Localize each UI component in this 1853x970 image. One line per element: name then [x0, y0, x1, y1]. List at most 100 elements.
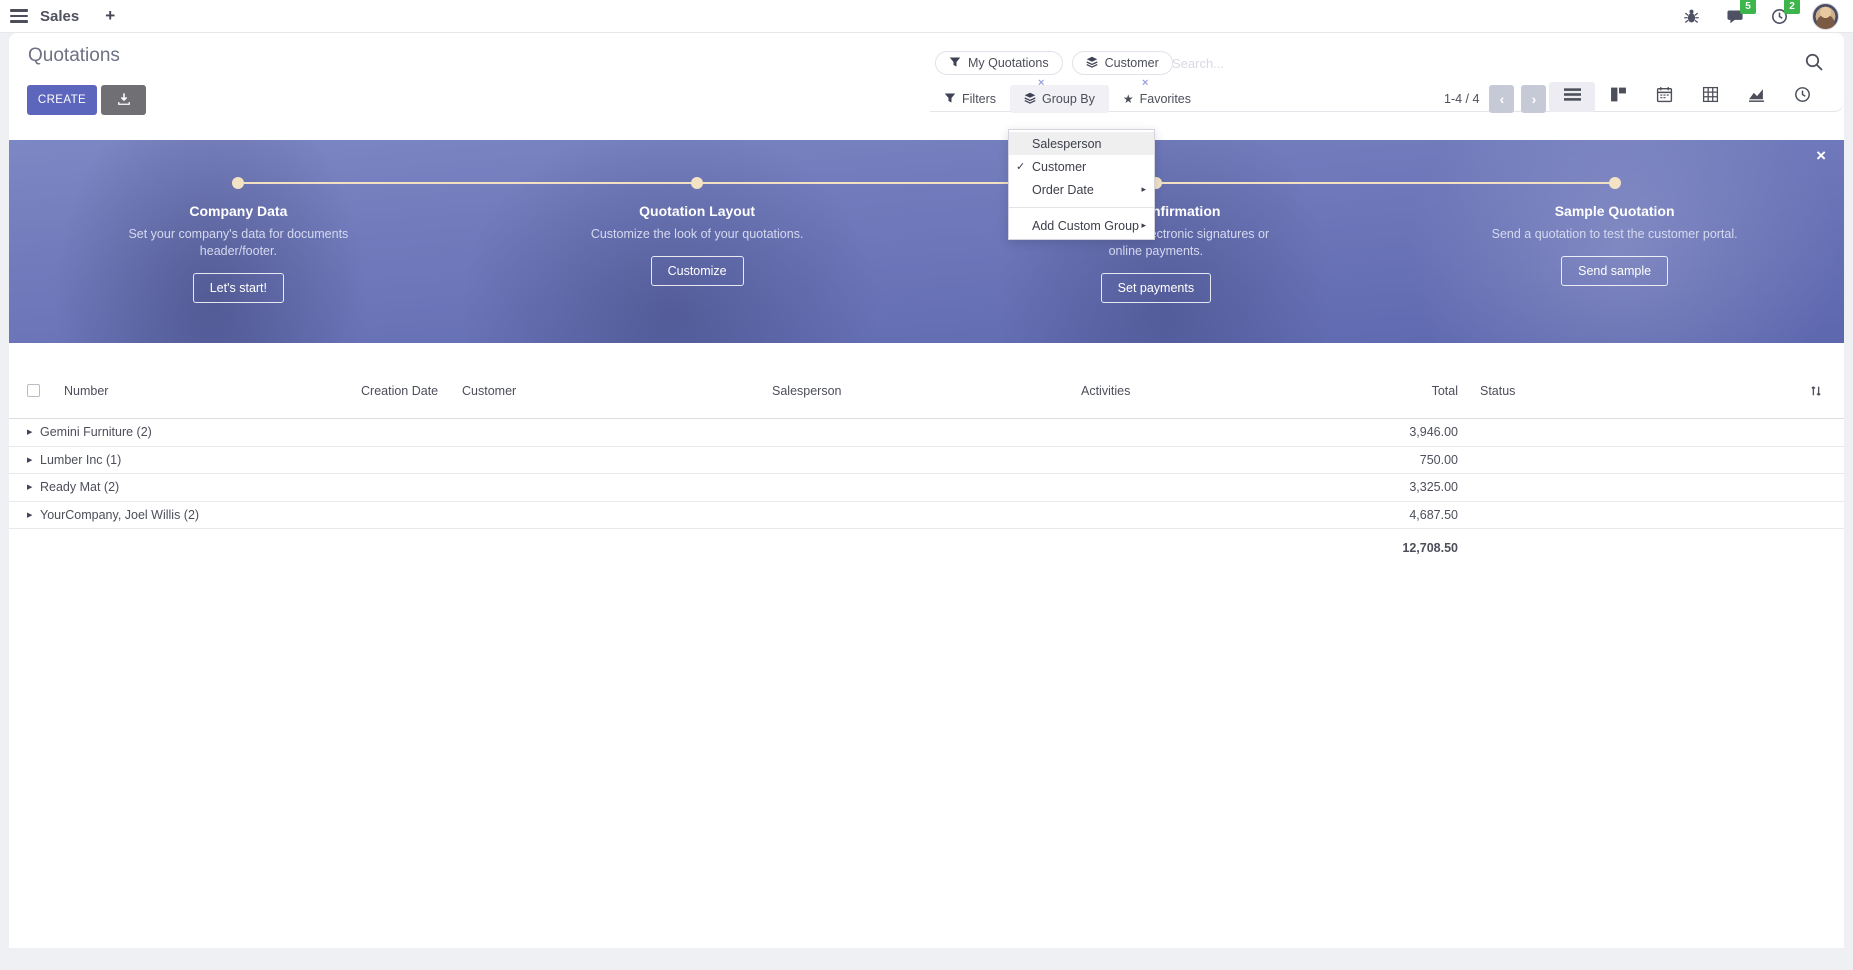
main-panel: Quotations CREATE My Quotations Customer… [9, 33, 1844, 948]
pivot-icon [1702, 86, 1719, 108]
group-by-dropdown-menu: Salesperson ✓ Customer Order Date ▸ Add … [1008, 129, 1155, 240]
group-name: Lumber Inc (1) [40, 453, 121, 467]
onboarding-step-order-confirmation: Order Confirmation Choose between electr… [927, 140, 1386, 343]
graph-icon [1748, 86, 1765, 108]
search-icon[interactable] [1804, 52, 1824, 72]
menu-separator [1009, 207, 1154, 208]
expand-caret-icon[interactable]: ▶ [27, 483, 40, 491]
list-view-button[interactable] [1549, 82, 1595, 112]
pivot-view-button[interactable] [1687, 82, 1733, 112]
filters-button[interactable]: Filters [930, 85, 1010, 113]
timeline-dot [1609, 177, 1621, 189]
facet-customer[interactable]: Customer [1072, 51, 1173, 75]
column-header-total[interactable]: Total [1368, 384, 1458, 398]
graph-view-button[interactable] [1733, 82, 1779, 112]
step-description: Send a quotation to test the customer po… [1490, 226, 1740, 243]
step-title: Sample Quotation [1555, 203, 1675, 219]
favorites-button[interactable]: ★ Favorites [1109, 85, 1205, 113]
kanban-view-button[interactable] [1595, 82, 1641, 112]
group-name: Ready Mat (2) [40, 480, 119, 494]
messages-count-badge: 5 [1740, 0, 1756, 14]
facet-label: Customer [1105, 56, 1159, 70]
lets-start-button[interactable]: Let's start! [193, 273, 284, 303]
close-icon[interactable]: × [1816, 146, 1826, 166]
step-title: Company Data [189, 203, 287, 219]
onboarding-step-sample-quotation: Sample Quotation Send a quotation to tes… [1385, 140, 1844, 343]
group-name: YourCompany, Joel Willis (2) [40, 508, 199, 522]
column-header-activities[interactable]: Activities [1081, 384, 1368, 398]
filter-funnel-icon [949, 56, 961, 71]
onboarding-banner: Company Data Set your company's data for… [9, 140, 1844, 343]
timeline-dot [232, 177, 244, 189]
group-name: Gemini Furniture (2) [40, 425, 152, 439]
export-button[interactable] [101, 85, 146, 115]
search-input[interactable] [1172, 50, 1712, 76]
column-header-customer[interactable]: Customer [462, 384, 772, 398]
submenu-arrow-icon: ▸ [1141, 184, 1146, 195]
messages-icon[interactable]: 5 [1724, 5, 1746, 27]
calendar-view-button[interactable] [1641, 82, 1687, 112]
download-icon [117, 92, 131, 109]
expand-caret-icon[interactable]: ▶ [27, 511, 40, 519]
expand-caret-icon[interactable]: ▶ [27, 428, 40, 436]
customize-button[interactable]: Customize [651, 256, 744, 286]
group-row-gemini-furniture[interactable]: ▶ Gemini Furniture (2) 3,946.00 [9, 419, 1844, 447]
grand-total-value: 12,708.50 [1368, 541, 1458, 555]
favorites-label: Favorites [1140, 92, 1191, 106]
debug-bug-icon[interactable] [1680, 5, 1702, 27]
check-icon: ✓ [1016, 160, 1025, 173]
menu-item-add-custom-group[interactable]: Add Custom Group ▸ [1009, 214, 1154, 237]
column-header-salesperson[interactable]: Salesperson [772, 384, 1081, 398]
star-icon: ★ [1123, 92, 1134, 106]
adjust-columns-icon[interactable] [1788, 384, 1844, 398]
facet-label: My Quotations [968, 56, 1049, 70]
column-header-status[interactable]: Status [1458, 384, 1788, 398]
step-description: Set your company's data for documents he… [113, 226, 363, 260]
new-tab-button[interactable]: + [105, 6, 115, 26]
activities-count-badge: 2 [1784, 0, 1800, 14]
filters-label: Filters [962, 92, 996, 106]
select-all-checkbox[interactable] [27, 384, 40, 397]
activity-view-button[interactable] [1779, 82, 1825, 112]
control-panel: Quotations CREATE My Quotations Customer… [9, 33, 1844, 140]
filter-funnel-icon [944, 92, 956, 107]
grand-total-row: 12,708.50 [9, 534, 1844, 562]
menu-item-customer[interactable]: ✓ Customer [1009, 155, 1154, 178]
top-navbar: Sales + 5 2 [0, 0, 1853, 33]
page-title: Quotations [28, 45, 120, 67]
menu-item-order-date[interactable]: Order Date ▸ [1009, 178, 1154, 201]
column-header-number[interactable]: Number [64, 384, 361, 398]
submenu-arrow-icon: ▸ [1141, 220, 1146, 231]
send-sample-button[interactable]: Send sample [1561, 256, 1668, 286]
activity-clock-icon [1794, 86, 1811, 108]
menu-item-label: Add Custom Group [1032, 219, 1139, 233]
group-row-yourcompany-joel-willis[interactable]: ▶ YourCompany, Joel Willis (2) 4,687.50 [9, 502, 1844, 530]
group-total: 750.00 [1368, 453, 1458, 467]
expand-caret-icon[interactable]: ▶ [27, 456, 40, 464]
group-by-button[interactable]: Group By [1010, 85, 1109, 113]
create-button[interactable]: CREATE [27, 85, 97, 115]
onboarding-step-company-data: Company Data Set your company's data for… [9, 140, 468, 343]
facet-my-quotations[interactable]: My Quotations [935, 51, 1063, 75]
app-name[interactable]: Sales [40, 8, 79, 25]
apps-menu-icon[interactable] [0, 0, 40, 33]
search-options-row: Filters Group By ★ Favorites [930, 85, 1205, 113]
group-total: 3,946.00 [1368, 425, 1458, 439]
group-row-ready-mat[interactable]: ▶ Ready Mat (2) 3,325.00 [9, 474, 1844, 502]
quotations-list: Number Creation Date Customer Salesperso… [9, 375, 1844, 562]
kanban-icon [1610, 86, 1627, 108]
set-payments-button[interactable]: Set payments [1101, 273, 1211, 303]
pager-previous-button[interactable]: ‹ [1489, 85, 1514, 113]
pager-next-button[interactable]: › [1521, 85, 1546, 113]
group-total: 4,687.50 [1368, 508, 1458, 522]
calendar-icon [1656, 86, 1673, 108]
group-layers-icon [1024, 92, 1036, 107]
timeline-dot [691, 177, 703, 189]
menu-item-salesperson[interactable]: Salesperson [1009, 132, 1154, 155]
step-description: Customize the look of your quotations. [572, 226, 822, 243]
group-total: 3,325.00 [1368, 480, 1458, 494]
activities-clock-icon[interactable]: 2 [1768, 5, 1790, 27]
user-avatar[interactable] [1812, 3, 1839, 30]
column-header-creation-date[interactable]: Creation Date [361, 384, 462, 398]
group-row-lumber-inc[interactable]: ▶ Lumber Inc (1) 750.00 [9, 447, 1844, 475]
